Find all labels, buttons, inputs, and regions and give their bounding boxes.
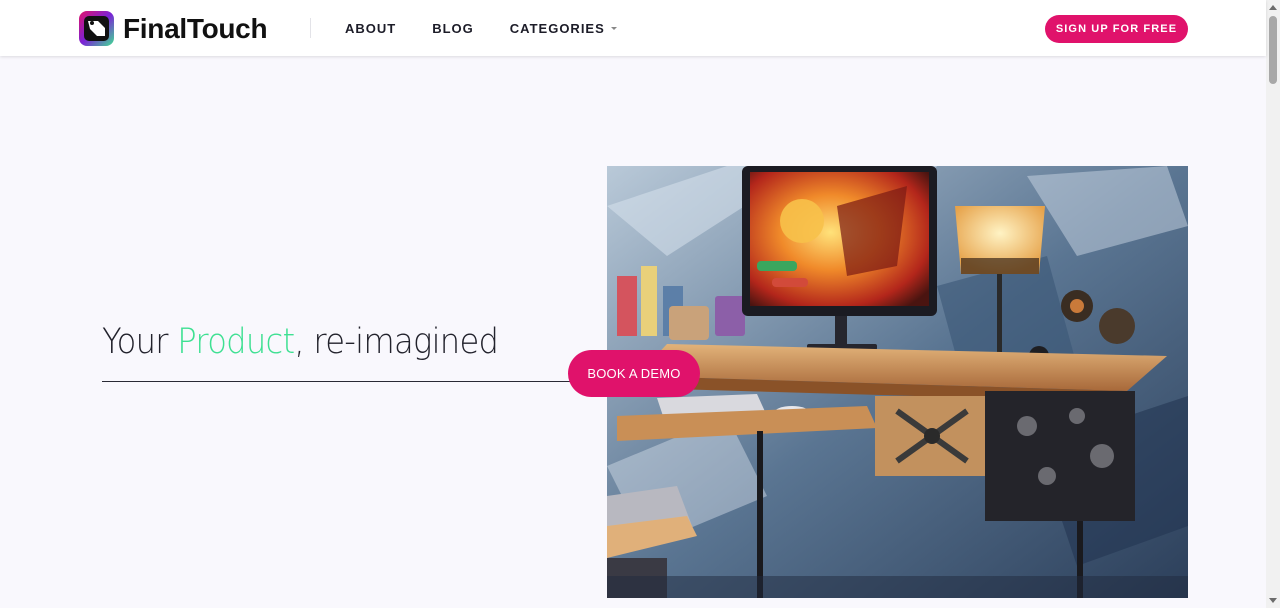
hero-underline	[102, 381, 602, 382]
page-scrollbar[interactable]	[1266, 0, 1280, 608]
hero-title-accent: Product	[177, 322, 295, 362]
main-nav: ABOUT BLOG CATEGORIES	[345, 0, 617, 56]
nav-blog-label: BLOG	[432, 20, 474, 36]
logo[interactable]: FinalTouch	[78, 10, 268, 47]
nav-about-label: ABOUT	[345, 20, 397, 36]
scroll-thumb[interactable]	[1269, 16, 1277, 84]
chevron-down-icon	[610, 26, 617, 30]
hero-title-suffix: , re-imagined	[294, 322, 499, 362]
hero-title: Your Product, re-imagined	[102, 322, 499, 362]
nav-about[interactable]: ABOUT	[345, 21, 396, 36]
signup-button[interactable]: SIGN UP FOR FREE	[1045, 15, 1188, 43]
scroll-up-arrow-icon[interactable]	[1269, 5, 1277, 10]
header-divider	[310, 18, 311, 38]
nav-blog[interactable]: BLOG	[432, 21, 474, 36]
nav-categories-label: CATEGORIES	[509, 20, 605, 36]
site-header: FinalTouch ABOUT BLOG CATEGORIES SIGN UP…	[0, 0, 1266, 56]
scroll-down-arrow-icon[interactable]	[1269, 598, 1277, 603]
finaltouch-logo-icon	[79, 11, 114, 46]
book-demo-button[interactable]: BOOK A DEMO	[568, 350, 700, 397]
logo-text: FinalTouch	[123, 12, 268, 44]
hero-title-prefix: Your	[102, 322, 178, 362]
nav-categories[interactable]: CATEGORIES	[510, 21, 617, 36]
